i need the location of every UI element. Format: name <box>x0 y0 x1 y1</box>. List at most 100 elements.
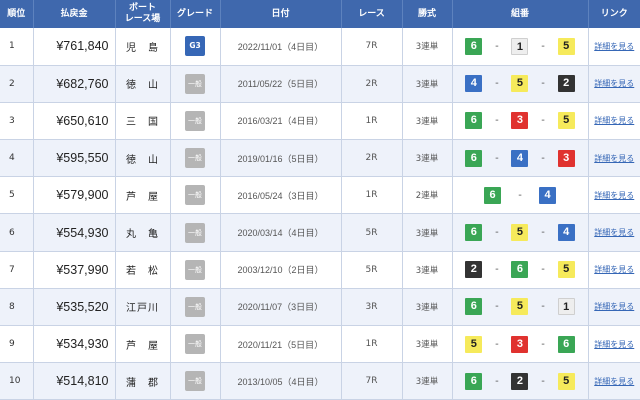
rank-cell: 7 <box>0 251 34 289</box>
details-link[interactable]: 詳細を見る <box>594 42 634 51</box>
boat-number-box: 1 <box>557 298 575 316</box>
rank-cell: 2 <box>0 65 34 103</box>
bet-type-cell: 2連単 <box>402 176 453 215</box>
rank-cell: 4 <box>0 139 34 178</box>
date-cell: 2020/11/07（3日目） <box>220 288 342 327</box>
date-cell: 2016/03/21（4日目） <box>220 102 342 141</box>
bet-type-cell: 3連単 <box>402 102 453 141</box>
rank-cell: 8 <box>0 288 34 327</box>
race-cell: 1R <box>341 325 403 364</box>
venue-cell: 芦 屋 <box>115 176 171 215</box>
combination-separator: - <box>541 264 545 276</box>
race-cell: 3R <box>341 288 403 327</box>
grade-badge: G3 <box>185 36 205 57</box>
details-link[interactable]: 詳細を見る <box>594 79 634 88</box>
race-cell: 2R <box>341 65 403 103</box>
payout-cell: ¥554,930 <box>33 213 116 252</box>
rank-cell: 6 <box>0 213 34 252</box>
combination-separator: - <box>495 301 499 313</box>
venue-cell: 徳 山 <box>115 65 171 103</box>
payout-ranking-table: 順位 払戻金 ボート レース場 グレード 日付 レース 勝式 組番 リンク 1 ¥… <box>0 0 640 400</box>
venue-cell: 江戸川 <box>115 288 171 327</box>
details-link[interactable]: 詳細を見る <box>594 340 634 349</box>
grade-badge: 一般 <box>185 222 205 243</box>
details-link[interactable]: 詳細を見る <box>594 191 634 200</box>
header-race: レース <box>341 0 403 28</box>
grade-cell: 一般 <box>170 362 221 400</box>
link-cell: 詳細を見る <box>588 251 640 289</box>
combination: 4-5-2 <box>453 75 588 93</box>
header-venue-line1: ボート <box>128 3 156 13</box>
details-link[interactable]: 詳細を見る <box>594 377 634 386</box>
bet-type-cell: 3連単 <box>402 325 453 364</box>
header-venue-line2: レース場 <box>124 14 161 24</box>
combination-separator: - <box>495 338 499 350</box>
race-cell: 7R <box>341 28 403 66</box>
combination-separator: - <box>541 227 545 239</box>
boat-number-box: 1 <box>511 37 529 55</box>
date-cell: 2019/01/16（5日目） <box>220 139 342 178</box>
details-link[interactable]: 詳細を見る <box>594 302 634 311</box>
payout-cell: ¥595,550 <box>33 139 116 178</box>
table-row: 8 ¥535,520 江戸川 一般 2020/11/07（3日目） 3R 3連単 6-5-1 詳… <box>0 288 640 327</box>
combination-separator: - <box>495 78 499 90</box>
header-venue: ボート レース場 <box>115 0 171 28</box>
date-cell: 2016/05/24（3日目） <box>220 176 342 215</box>
boat-number-box: 3 <box>557 149 575 167</box>
combination-cell: 6-1-5 <box>452 28 589 66</box>
payout-cell: ¥579,900 <box>33 176 116 215</box>
grade-badge: 一般 <box>185 259 205 280</box>
date-cell: 2003/12/10（2日目） <box>220 251 342 289</box>
combination: 5-3-6 <box>453 335 588 353</box>
combination-cell: 6 - 4 <box>452 176 589 215</box>
link-cell: 詳細を見る <box>588 213 640 252</box>
details-link[interactable]: 詳細を見る <box>594 265 634 274</box>
combination-separator: - <box>518 189 522 201</box>
table-row: 5 ¥579,900 芦 屋一般 2016/05/24（3日目） 1R 2連単 6 - 4 詳細を… <box>0 176 640 215</box>
table-row: 3 ¥650,610 三 国一般 2016/03/21（4日目） 1R 3連単 6-3-5 詳… <box>0 102 640 141</box>
combination-separator: - <box>541 40 545 52</box>
grade-cell: G3 <box>170 28 221 66</box>
grade-badge: 一般 <box>185 296 205 317</box>
link-cell: 詳細を見る <box>588 288 640 327</box>
combination-separator: - <box>541 338 545 350</box>
bet-type-cell: 3連単 <box>402 213 453 252</box>
header-shiki: 勝式 <box>402 0 453 28</box>
boat-number-box: 5 <box>511 75 529 93</box>
combination-separator: - <box>495 227 499 239</box>
race-cell: 7R <box>341 362 403 400</box>
details-link[interactable]: 詳細を見る <box>594 116 634 125</box>
rank-cell: 9 <box>0 325 34 364</box>
details-link[interactable]: 詳細を見る <box>594 154 634 163</box>
bet-type-cell: 3連単 <box>402 251 453 289</box>
bet-type-cell: 3連単 <box>402 362 453 400</box>
venue-cell: 芦 屋 <box>115 325 171 364</box>
grade-cell: 一般 <box>170 251 221 289</box>
rank-cell: 5 <box>0 176 34 215</box>
bet-type-cell: 3連単 <box>402 28 453 66</box>
details-link[interactable]: 詳細を見る <box>594 228 634 237</box>
boat-number-box: 2 <box>557 75 575 93</box>
boat-number-box: 6 <box>465 224 483 242</box>
payout-cell: ¥537,990 <box>33 251 116 289</box>
boat-number-box: 3 <box>511 112 529 130</box>
rank-cell: 10 <box>0 362 34 400</box>
table-header-row: 順位 払戻金 ボート レース場 グレード 日付 レース 勝式 組番 リンク <box>0 0 640 28</box>
combination-separator: - <box>495 115 499 127</box>
date-cell: 2020/11/21（5日目） <box>220 325 342 364</box>
boat-number-box: 5 <box>511 298 529 316</box>
boat-number-box: 6 <box>465 149 483 167</box>
combination-separator: - <box>541 301 545 313</box>
link-cell: 詳細を見る <box>588 176 640 215</box>
race-cell: 2R <box>341 139 403 178</box>
venue-cell: 丸 亀 <box>115 213 171 252</box>
header-date: 日付 <box>220 0 342 28</box>
grade-badge: 一般 <box>185 371 205 392</box>
grade-badge: 一般 <box>185 334 205 355</box>
combination-separator: - <box>495 375 499 387</box>
header-combo: 組番 <box>452 0 589 28</box>
venue-cell: 徳 山 <box>115 139 171 178</box>
grade-badge: 一般 <box>185 110 205 131</box>
race-cell: 1R <box>341 102 403 141</box>
race-cell: 5R <box>341 251 403 289</box>
